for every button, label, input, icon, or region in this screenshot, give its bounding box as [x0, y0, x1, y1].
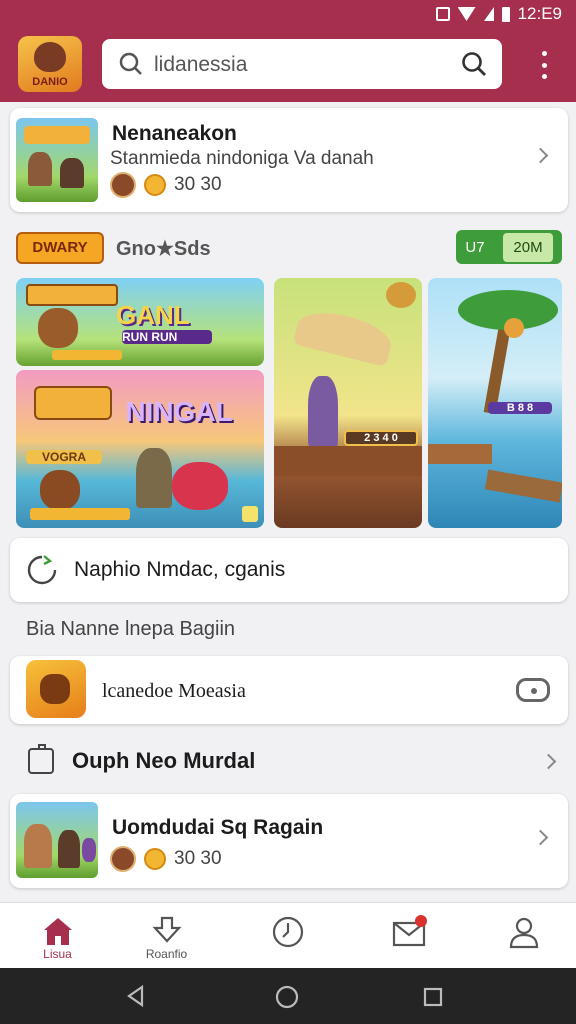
clipboard-icon — [28, 744, 54, 774]
app-logo-text: DANIO — [32, 76, 68, 88]
feature-pill-button[interactable]: U7 20M — [456, 230, 562, 264]
search-icon — [118, 51, 144, 82]
game-thumbnail — [16, 118, 98, 202]
tab-home[interactable]: Lisua — [0, 903, 115, 969]
system-nav-bar — [0, 968, 576, 1024]
game-tile-4-badge: B 8 8 — [488, 402, 552, 414]
download-icon — [151, 916, 182, 943]
tab-clock[interactable] — [230, 903, 345, 969]
battery-icon — [501, 6, 510, 22]
clock-icon — [272, 916, 303, 948]
search-input[interactable]: lidanessia — [154, 53, 247, 77]
featured-title: Nenaneakon — [112, 122, 237, 145]
game-thumbnail — [16, 802, 98, 878]
tab-home-label: Lisua — [43, 947, 72, 961]
section-header-1: Bia Nanne lnepa Bagiin — [26, 618, 236, 640]
app-icon — [26, 660, 86, 718]
app-row-text: lcanedoe Moeasia — [102, 680, 246, 702]
tab-download[interactable]: Roanfio — [109, 903, 224, 969]
game-tile-1-title: GANL — [116, 300, 190, 330]
feature-pill-left: U7 — [465, 238, 485, 256]
back-icon[interactable] — [124, 984, 148, 1008]
feature-pill-right: 20M — [503, 232, 553, 262]
game-tile-2[interactable]: NINGAL VOGRA — [16, 370, 264, 528]
search-field[interactable]: lidanessia — [102, 39, 502, 89]
tab-profile[interactable] — [466, 903, 576, 969]
chevron-right-icon — [540, 753, 557, 770]
more-menu-icon[interactable] — [542, 51, 548, 79]
game-tile-1[interactable]: GANL RUN RUN — [16, 278, 264, 366]
tab-download-label: Roanfio — [145, 947, 188, 961]
game-tile-2-tag: VOGRA — [26, 450, 102, 464]
profile-icon — [509, 917, 538, 949]
bottom-game-card[interactable]: Uomdudai Sq Ragain 30 30 — [10, 794, 568, 888]
chevron-right-icon — [532, 829, 549, 846]
bottom-card-title: Uomdudai Sq Ragain — [112, 816, 324, 839]
history-icon — [24, 552, 60, 593]
chevron-right-icon — [532, 147, 549, 164]
status-time: 12:E9 — [517, 4, 562, 23]
game-tile-3[interactable]: 2 3 4 0 — [274, 278, 422, 528]
wifi-icon — [457, 7, 476, 21]
bottom-tab-bar: Lisua Roanfio — [0, 902, 576, 968]
avatar — [110, 846, 136, 872]
status-bar: 12:E9 — [0, 0, 576, 28]
feature-logo: DWARY — [16, 232, 104, 264]
featured-meta-value: 30 30 — [174, 174, 222, 195]
app-bar: DANIO lidanessia — [0, 28, 576, 102]
signal-icon — [483, 7, 494, 21]
app-logo[interactable]: DANIO — [18, 36, 82, 92]
coin-icon — [144, 174, 166, 196]
section-header-2: Ouph Neo Murdal — [72, 748, 256, 773]
featured-subtitle: Stanmieda nindoniga Va danah — [110, 148, 374, 169]
game-tile-4[interactable]: B 8 8 — [428, 278, 562, 528]
vibrate-icon — [435, 7, 450, 21]
search-submit-icon[interactable] — [460, 50, 488, 83]
featured-game-card[interactable]: Nenaneakon Stanmieda nindoniga Va danah … — [10, 108, 568, 212]
featured-meta: 30 30 — [110, 172, 222, 198]
parachute — [292, 304, 396, 368]
suggestion-card[interactable]: Naphio Nmdac, cganis — [10, 538, 568, 602]
game-tile-3-badge: 2 3 4 0 — [344, 430, 418, 446]
game-tile-1-subtitle: RUN RUN — [122, 330, 212, 344]
coin-icon — [144, 848, 166, 870]
bottom-card-meta-value: 30 30 — [174, 848, 222, 869]
feature-label: Gno★Sds — [116, 238, 211, 260]
mail-icon — [392, 915, 427, 947]
section-header-2-row[interactable]: Ouph Neo Murdal — [0, 740, 576, 780]
game-tile-2-title: NINGAL — [125, 396, 233, 427]
recents-icon[interactable] — [422, 986, 444, 1008]
gamepad-icon[interactable] — [516, 678, 550, 702]
avatar — [110, 172, 136, 198]
home-icon — [43, 918, 72, 945]
suggestion-text: Naphio Nmdac, cganis — [74, 558, 286, 581]
tab-messages[interactable] — [352, 903, 467, 969]
home-nav-icon[interactable] — [274, 984, 300, 1010]
app-row-card[interactable]: lcanedoe Moeasia — [10, 656, 568, 724]
bottom-card-meta: 30 30 — [110, 846, 222, 872]
